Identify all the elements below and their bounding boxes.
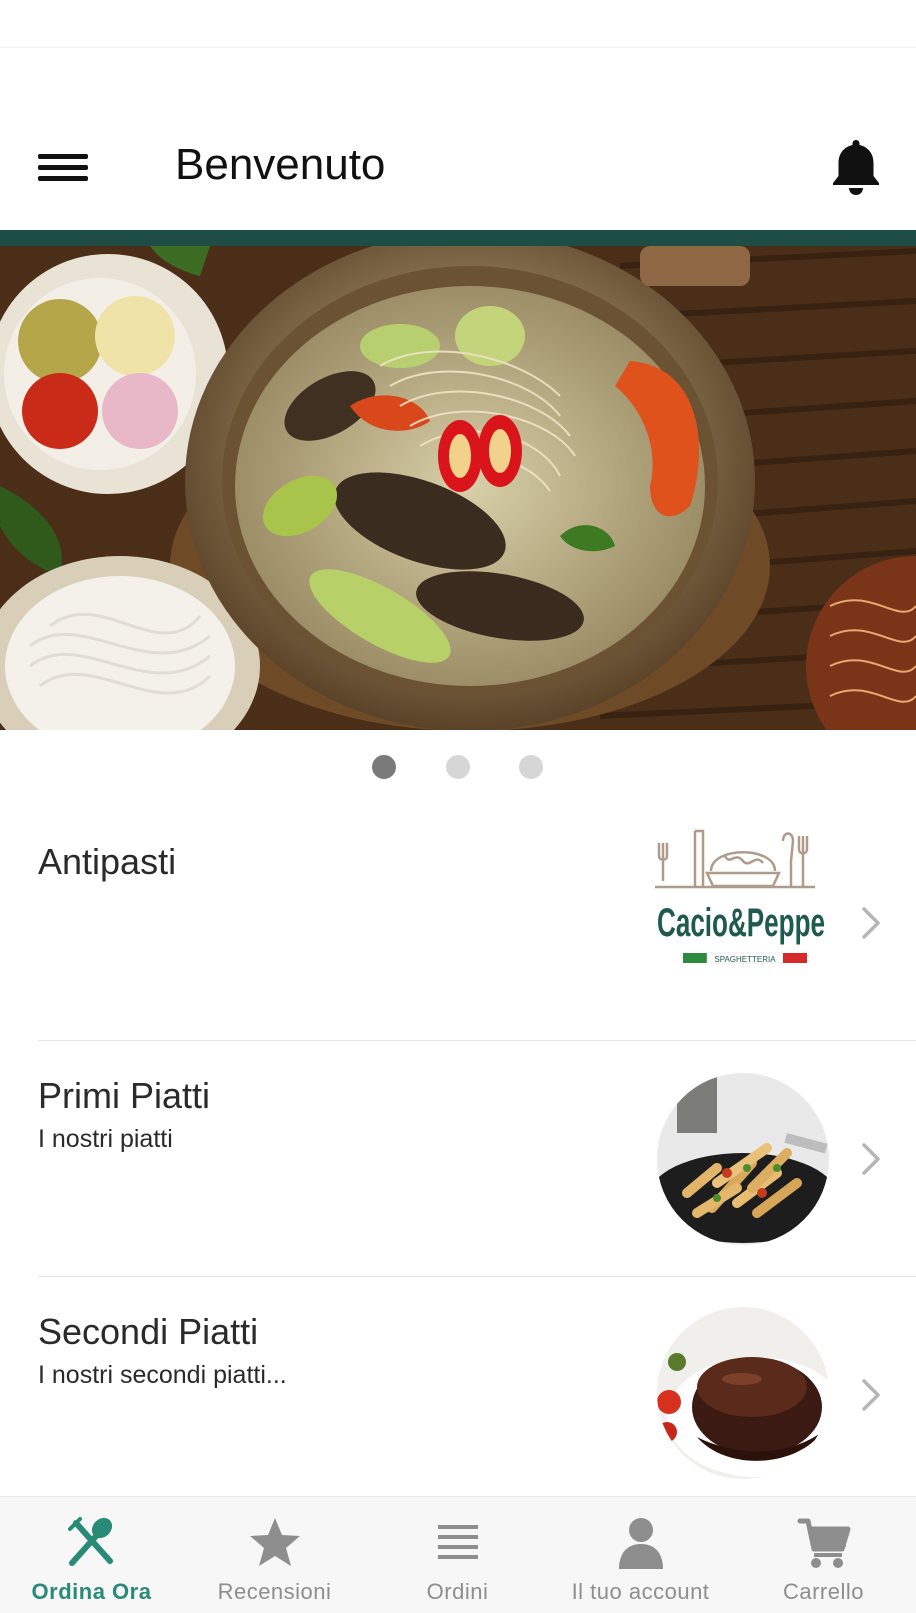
category-row-secondi-piatti[interactable]: Secondi Piatti I nostri secondi piatti..… xyxy=(0,1277,916,1512)
pasta-photo xyxy=(657,1073,829,1245)
tab-carrello[interactable]: Carrello xyxy=(732,1497,915,1613)
carousel-dot-1[interactable] xyxy=(372,755,396,779)
category-title: Antipasti xyxy=(38,841,177,882)
tab-label: Il tuo account xyxy=(571,1579,710,1604)
category-subtitle: I nostri piatti xyxy=(38,1125,173,1153)
carousel-pagination xyxy=(0,755,916,781)
status-bar xyxy=(0,0,916,48)
star-icon xyxy=(247,1515,303,1571)
logo-text: Cacio&Peppe xyxy=(657,901,825,945)
category-row-primi-piatti[interactable]: Primi Piatti I nostri piatti xyxy=(0,1041,916,1276)
tab-ordini[interactable]: Ordini xyxy=(366,1497,549,1613)
tab-label: Ordina Ora xyxy=(31,1579,152,1604)
fork-spoon-icon xyxy=(64,1515,120,1571)
list-icon xyxy=(430,1515,486,1571)
bottom-tab-bar: Ordina Ora Recensioni Ordini Il tuo acco… xyxy=(0,1496,916,1613)
category-title: Primi Piatti xyxy=(38,1075,211,1116)
notification-bell-icon[interactable] xyxy=(828,134,884,198)
chevron-right-icon xyxy=(858,1375,884,1415)
header-accent-bar xyxy=(0,230,916,246)
hero-carousel-image[interactable] xyxy=(0,246,916,730)
tab-label: Recensioni xyxy=(217,1579,332,1604)
category-subtitle: I nostri secondi piatti... xyxy=(38,1361,287,1389)
chevron-right-icon xyxy=(858,903,884,943)
carousel-dot-2[interactable] xyxy=(446,755,470,779)
page-title: Benvenuto xyxy=(175,140,386,189)
cart-icon xyxy=(796,1515,852,1571)
cacio-e-pepe-logo: Cacio&Peppe SPAGHETTERIA xyxy=(655,811,835,981)
tab-il-tuo-account[interactable]: Il tuo account xyxy=(549,1497,732,1613)
logo-tagline: SPAGHETTERIA xyxy=(714,955,776,964)
app-header: Benvenuto xyxy=(0,110,916,230)
category-title: Secondi Piatti xyxy=(38,1311,259,1352)
chevron-right-icon xyxy=(858,1139,884,1179)
carousel-dot-3[interactable] xyxy=(519,755,543,779)
user-icon xyxy=(613,1515,669,1571)
tab-label: Carrello xyxy=(782,1579,865,1604)
category-row-antipasti[interactable]: Antipasti Cacio&Peppe SPAGHETTERIA xyxy=(0,805,916,1040)
steak-photo xyxy=(657,1307,829,1479)
tab-ordina-ora[interactable]: Ordina Ora xyxy=(0,1497,183,1613)
tab-recensioni[interactable]: Recensioni xyxy=(183,1497,366,1613)
tab-label: Ordini xyxy=(426,1579,489,1604)
hamburger-menu-icon[interactable] xyxy=(36,144,92,192)
